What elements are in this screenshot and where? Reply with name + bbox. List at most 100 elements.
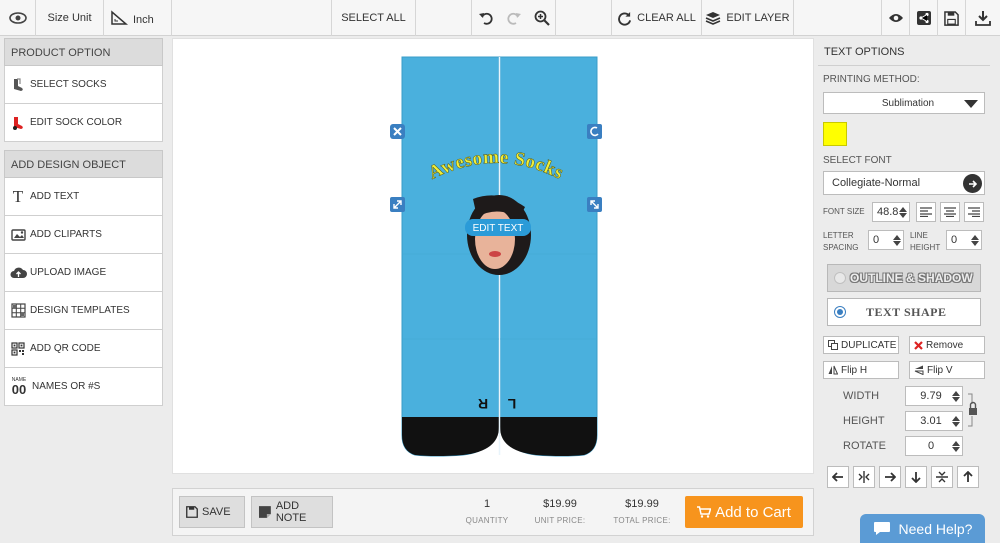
text-shape-button[interactable]: TEXT SHAPE (827, 298, 981, 326)
move-left-button[interactable] (827, 466, 849, 488)
save-icon-button[interactable] (938, 0, 966, 36)
text-shape-radio[interactable] (834, 306, 846, 318)
rotate-stepper[interactable] (952, 440, 960, 452)
lock-icon (968, 393, 977, 427)
undo-button[interactable] (472, 0, 500, 36)
text-options-title: TEXT OPTIONS (818, 38, 990, 66)
line-height-stepper[interactable] (971, 234, 979, 246)
bottom-bar: SAVE ADD NOTE 1 QUANTITY $19.99 UNIT PRI… (172, 488, 814, 536)
font-select[interactable]: Collegiate-Normal (823, 171, 985, 195)
height-input[interactable]: 3.01 (905, 411, 963, 431)
add-text-label: ADD TEXT (30, 191, 80, 202)
width-input[interactable]: 9.79 (905, 386, 963, 406)
add-to-cart-label: Add to Cart (715, 503, 791, 521)
download-icon (975, 11, 991, 26)
line-height-input[interactable]: 0 (946, 230, 982, 250)
move-down-button[interactable] (905, 466, 927, 488)
letter-spacing-stepper[interactable] (893, 234, 901, 246)
names-numbers-button[interactable]: NAME 00 NAMES OR #S (4, 368, 163, 406)
add-to-cart-button[interactable]: Add to Cart (685, 496, 803, 528)
unit-price-block: $19.99 UNIT PRICE: (529, 498, 591, 525)
cloud-upload-icon (9, 264, 27, 282)
letter-spacing-input[interactable]: 0 (868, 230, 904, 250)
preview-button[interactable] (882, 0, 910, 36)
outline-word: OUTLINE (850, 271, 903, 285)
save-button[interactable]: SAVE (179, 496, 245, 528)
redo-button[interactable] (500, 0, 528, 36)
font-value: Collegiate-Normal (832, 177, 921, 189)
total-price-value: $19.99 (625, 498, 659, 510)
aspect-lock-toggle[interactable] (966, 392, 980, 428)
edit-layer-button[interactable]: EDIT LAYER (702, 0, 794, 36)
outline-shadow-radio[interactable] (834, 272, 846, 284)
layers-icon (706, 12, 721, 25)
duplicate-icon (828, 340, 838, 350)
add-note-button[interactable]: ADD NOTE (251, 496, 333, 528)
edit-sock-color-button[interactable]: EDIT SOCK COLOR (4, 104, 163, 142)
outline-amp: & (906, 271, 915, 285)
remove-x-icon (914, 340, 923, 350)
eye-settings-button[interactable] (0, 0, 36, 36)
design-canvas[interactable]: Awesome Socks EDIT TEXT R L (172, 38, 814, 474)
center-vertical-button[interactable] (931, 466, 953, 488)
total-price-label: TOTAL PRICE: (613, 516, 671, 525)
rotate-handle[interactable] (587, 124, 602, 139)
add-qr-code-button[interactable]: ADD QR CODE (4, 330, 163, 368)
edit-text-label: EDIT TEXT (473, 223, 524, 234)
zoom-in-icon (534, 10, 550, 26)
save-label: SAVE (202, 506, 231, 518)
align-center-button[interactable] (940, 202, 960, 222)
arrow-down-icon (911, 472, 921, 483)
ruler-triangle-icon (111, 10, 128, 25)
center-horizontal-button[interactable] (853, 466, 875, 488)
line-height-value: 0 (951, 234, 958, 246)
flip-h-button[interactable]: Flip H (823, 361, 899, 379)
duplicate-button[interactable]: DUPLICATE (823, 336, 899, 354)
text-icon: T (12, 186, 24, 206)
text-color-swatch[interactable] (823, 122, 847, 146)
font-size-stepper[interactable] (899, 206, 907, 218)
download-button[interactable] (966, 0, 1000, 36)
outline-shadow-button[interactable]: OUTLINE & SHADOW (827, 264, 981, 292)
rotate-input[interactable]: 0 (905, 436, 963, 456)
select-socks-button[interactable]: SELECT SOCKS (4, 66, 163, 104)
need-help-button[interactable]: Need Help? (860, 514, 985, 543)
undo-icon (479, 12, 493, 25)
upload-image-label: UPLOAD IMAGE (30, 267, 107, 278)
align-center-icon (944, 207, 956, 217)
center-horizontal-icon (858, 471, 870, 483)
flip-v-label: Flip V (927, 364, 953, 376)
add-text-button[interactable]: T ADD TEXT (4, 178, 163, 216)
names-numbers-icon: NAME 00 (9, 377, 29, 396)
font-size-input[interactable]: 48.8 (872, 202, 910, 222)
arrow-left-icon (832, 472, 843, 482)
flip-v-button[interactable]: Flip V (909, 361, 985, 379)
clear-all-button[interactable]: CLEAR ALL (612, 0, 702, 36)
floppy-disk-icon (944, 10, 959, 26)
left-sock-toe (402, 417, 499, 456)
height-stepper[interactable] (952, 415, 960, 427)
design-templates-button[interactable]: DESIGN TEMPLATES (4, 292, 163, 330)
align-right-button[interactable] (964, 202, 984, 222)
font-go-button[interactable] (963, 174, 982, 193)
move-up-button[interactable] (957, 466, 979, 488)
size-unit-label: Size Unit (36, 0, 104, 36)
remove-button[interactable]: Remove (909, 336, 985, 354)
width-stepper[interactable] (952, 390, 960, 402)
select-all-button[interactable]: SELECT ALL (332, 0, 416, 36)
printing-method-label: PRINTING METHOD: (823, 74, 920, 85)
add-cliparts-button[interactable]: ADD CLIPARTS (4, 216, 163, 254)
share-button[interactable] (910, 0, 938, 36)
cart-icon (697, 506, 712, 518)
align-left-button[interactable] (916, 202, 936, 222)
zoom-button[interactable] (528, 0, 556, 36)
upload-image-button[interactable]: UPLOAD IMAGE (4, 254, 163, 292)
refresh-icon (618, 11, 632, 26)
outline-shadow-label: OUTLINE & SHADOW (850, 271, 973, 285)
printing-method-select[interactable]: Sublimation (823, 92, 985, 114)
move-right-button[interactable] (879, 466, 901, 488)
clipart-icon (9, 226, 27, 244)
toolbar-spacer (172, 0, 332, 36)
flip-vertical-icon (914, 365, 924, 375)
unit-select[interactable]: Inch (104, 0, 172, 36)
